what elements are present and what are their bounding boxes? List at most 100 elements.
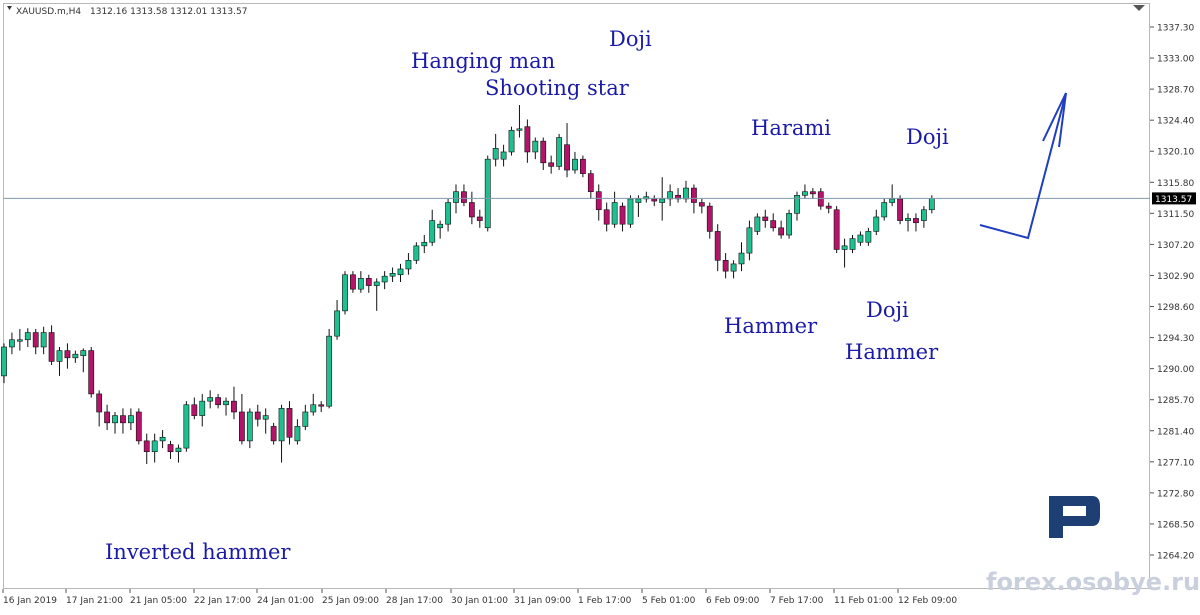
candle-bearish [476, 216, 483, 221]
y-tick-label: 1324.40 [1157, 117, 1194, 127]
x-tick-label: 28 Jan 17:00 [386, 596, 443, 606]
candle-bullish [802, 191, 808, 196]
annotation-doji-right: Doji [906, 125, 949, 149]
annotation-hammer-right: Hammer [845, 340, 939, 364]
y-tick-label: 1333.00 [1157, 55, 1194, 65]
x-tick-label: 16 Jan 2019 [3, 596, 57, 606]
candle-bearish [104, 411, 110, 424]
candle-bullish [302, 411, 309, 427]
candle-bullish [881, 202, 888, 218]
x-tick-label: 5 Feb 01:00 [642, 596, 696, 606]
x-tick-label: 11 Feb 01:00 [834, 596, 893, 606]
candle-bearish [762, 216, 769, 221]
candle-bearish [540, 140, 547, 164]
y-tick-label: 1298.60 [1157, 303, 1194, 313]
candle-bullish [413, 245, 420, 261]
candle-bullish [889, 198, 896, 203]
x-tick-label: 30 Jan 01:00 [451, 596, 508, 606]
candle-bearish [286, 408, 293, 438]
candle-bearish [619, 205, 626, 225]
candle-bullish [334, 310, 340, 337]
current-price-badge: 1313.57 [1152, 192, 1196, 205]
candle-bearish [809, 191, 816, 195]
candle-bullish [841, 245, 848, 250]
candle-bearish [96, 393, 103, 413]
y-tick-label: 1337.30 [1157, 24, 1194, 34]
y-tick-label: 1294.30 [1157, 334, 1194, 344]
candle-bullish [56, 350, 63, 362]
annotation-doji-bottom: Doji [866, 298, 909, 322]
y-tick-label: 1328.70 [1157, 86, 1194, 96]
candle-bearish [350, 274, 356, 290]
candle-bullish [175, 447, 182, 453]
candle-bearish [825, 205, 832, 209]
candle-bearish [913, 218, 919, 224]
annotation-hanging-man: Hanging man [411, 49, 555, 73]
candle-bullish [278, 408, 285, 442]
y-tick-label: 1315.80 [1157, 179, 1194, 189]
candle-bearish [231, 400, 237, 413]
x-tick-label: 6 Feb 09:00 [706, 596, 760, 606]
candle-bearish [579, 158, 586, 174]
candle-bearish [254, 411, 261, 420]
candle-bullish [223, 400, 229, 406]
candle-bearish [770, 220, 777, 229]
candle-bullish [754, 216, 761, 232]
candle-bearish [64, 350, 71, 359]
candle-bullish [659, 198, 666, 203]
candle-bullish [500, 151, 507, 160]
annotation-harami: Harami [751, 116, 831, 140]
candle-bearish [32, 332, 39, 348]
candle-bullish [342, 274, 348, 312]
candle-bearish [587, 173, 594, 192]
annotation-shooting-star: Shooting star [485, 76, 630, 100]
candle-bearish [167, 444, 174, 453]
candle-bearish [651, 198, 658, 202]
candle-bullish [572, 158, 578, 171]
candle-bullish [928, 198, 935, 211]
candle-bearish [318, 404, 325, 407]
candle-bullish [445, 202, 451, 225]
candle-bearish [691, 187, 697, 203]
candle-bearish [270, 426, 277, 442]
candle-bearish [897, 198, 903, 221]
candle-bullish [849, 238, 856, 250]
candle-bullish [405, 260, 412, 270]
chart-canvas[interactable]: XAUUSD.m,H4 1312.16 1313.58 1312.01 1313… [0, 0, 1200, 611]
x-tick-label: 22 Jan 17:00 [194, 596, 251, 606]
price-badge-label: 1313.57 [1155, 195, 1192, 205]
candle-bullish [429, 220, 436, 243]
candle-bullish [326, 335, 333, 407]
x-tick-label: 25 Jan 09:00 [322, 596, 379, 606]
candle-bullish [262, 415, 269, 420]
candle-bullish [746, 227, 753, 254]
candle-bearish [215, 397, 222, 406]
candle-bullish [873, 216, 880, 232]
candle-bearish [817, 191, 824, 207]
candle-bullish [492, 148, 499, 160]
candle-bullish [127, 415, 134, 424]
y-tick-label: 1285.70 [1157, 396, 1194, 406]
candle-bullish [730, 263, 737, 272]
candle-bullish [683, 187, 689, 200]
candle-bearish [143, 440, 150, 453]
x-tick-label: 21 Jan 05:00 [130, 596, 187, 606]
candle-bearish [698, 202, 705, 207]
y-tick-label: 1281.40 [1157, 427, 1194, 437]
candle-bearish [88, 350, 95, 395]
candle-bullish [112, 415, 118, 424]
price-chart[interactable]: XAUUSD.m,H4 1312.16 1313.58 1312.01 1313… [0, 0, 1200, 611]
chart-header: XAUUSD.m,H4 1312.16 1313.58 1312.01 1313… [7, 6, 247, 17]
candle-bullish [310, 404, 317, 413]
x-tick-label: 7 Feb 17:00 [770, 596, 824, 606]
candle-bullish [373, 281, 380, 286]
candle-bullish [199, 400, 206, 416]
candle-bullish [389, 273, 396, 277]
y-tick-label: 1277.10 [1157, 458, 1194, 468]
candle-bullish [635, 198, 642, 203]
candle-bullish [667, 191, 674, 200]
x-tick-label: 12 Feb 09:00 [898, 596, 957, 606]
candle-bullish [9, 339, 15, 348]
candle-bearish [722, 260, 729, 272]
candle-bullish [508, 129, 515, 153]
